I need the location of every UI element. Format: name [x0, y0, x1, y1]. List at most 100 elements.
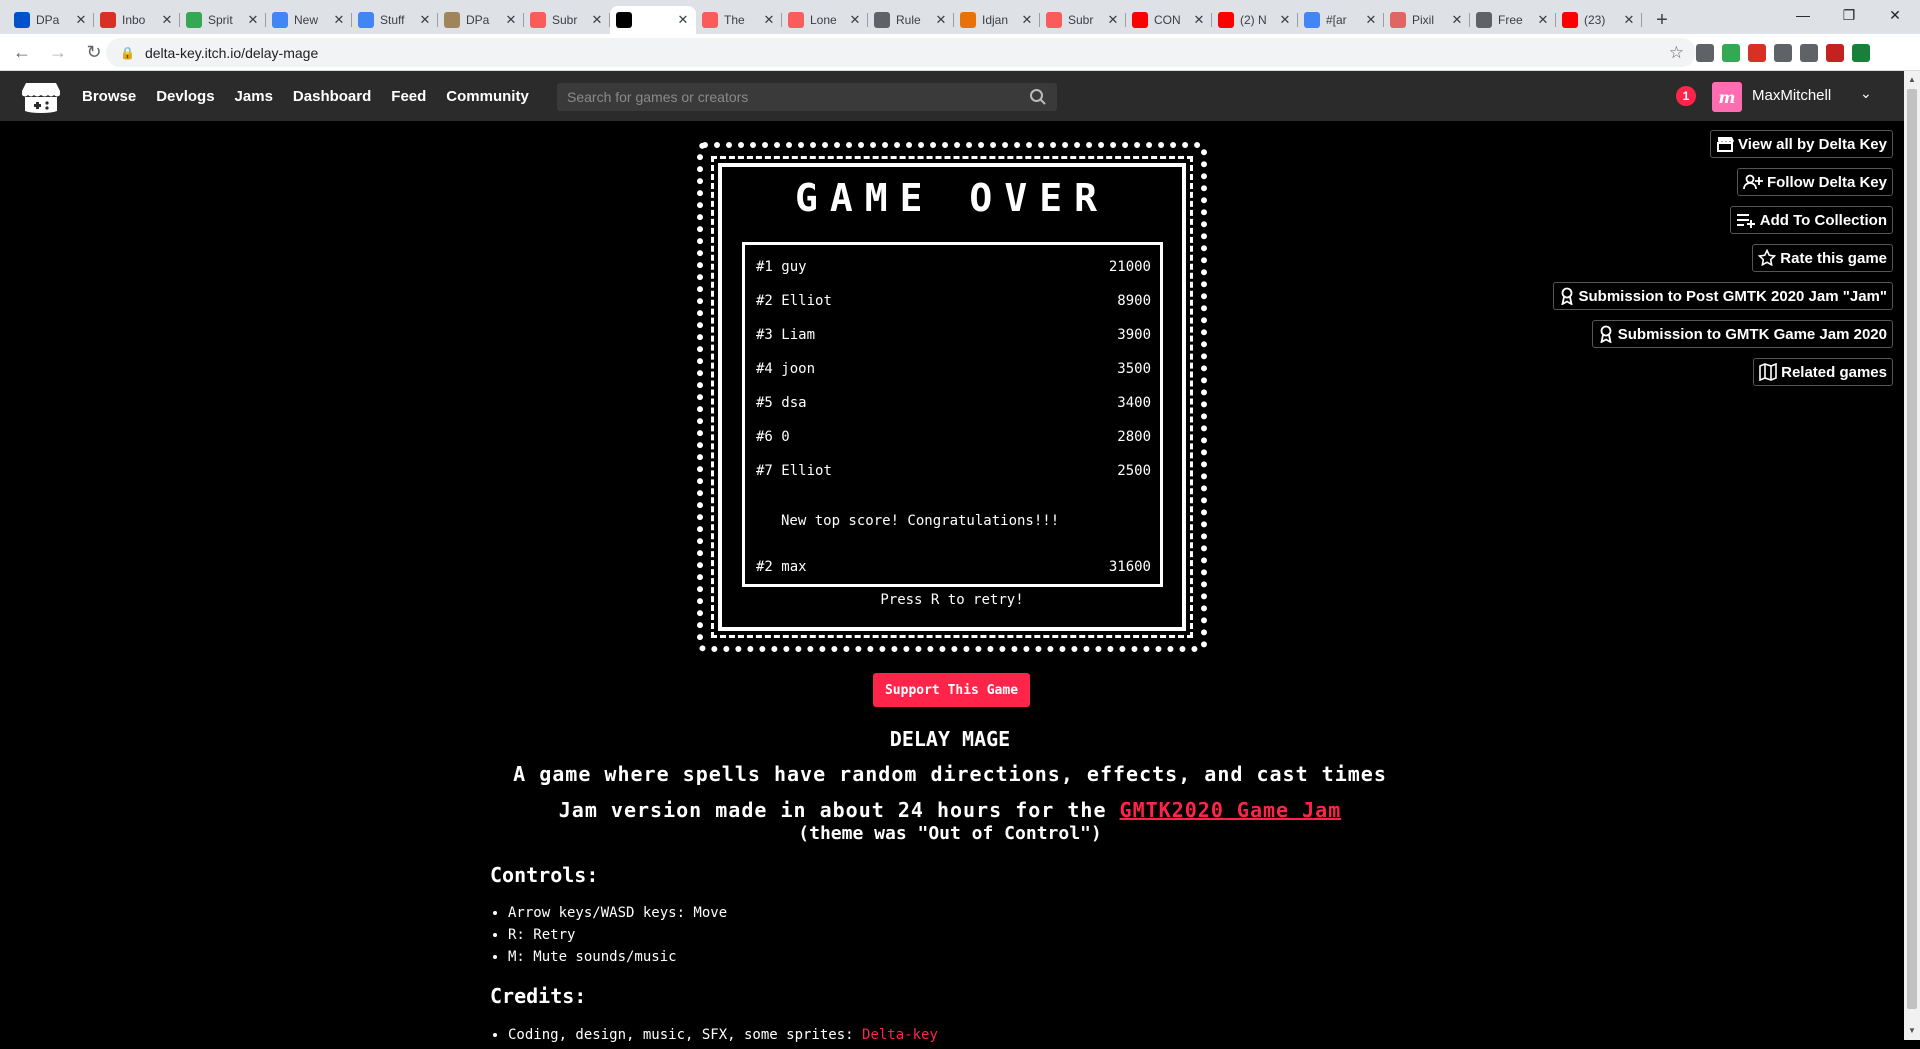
tab-favicon-icon [444, 12, 460, 28]
browser-tab[interactable]: Idjan ✕ [954, 6, 1040, 34]
tab-close-icon[interactable]: ✕ [676, 12, 690, 28]
scroll-up-arrow[interactable]: ▲ [1908, 75, 1916, 84]
avatar[interactable]: m [1712, 82, 1742, 112]
nav-link-community[interactable]: Community [446, 88, 529, 105]
maximize-button[interactable]: ❐ [1826, 0, 1872, 30]
action-button-2[interactable]: Add To Collection [1729, 206, 1893, 234]
notification-badge[interactable]: 1 [1676, 86, 1696, 106]
back-button[interactable]: ← [8, 38, 36, 66]
browser-toolbar: ← → ↻ 🔒 delta-key.itch.io/delay-mage ☆ [0, 34, 1920, 71]
scroll-thumb[interactable] [1907, 89, 1917, 1009]
scroll-down-arrow[interactable]: ▼ [1908, 1026, 1916, 1035]
nav-link-browse[interactable]: Browse [82, 88, 136, 105]
tab-favicon-icon [1562, 12, 1578, 28]
browser-tab[interactable]: (23) ✕ [1556, 6, 1642, 34]
nav-link-feed[interactable]: Feed [391, 88, 426, 105]
chevron-down-icon[interactable]: ⌄ [1860, 85, 1872, 102]
browser-tab[interactable]: Subr ✕ [524, 6, 610, 34]
search-box[interactable] [557, 83, 1057, 111]
scrollbar[interactable]: ▲ ▼ [1904, 71, 1920, 1040]
extension-icon[interactable] [1800, 44, 1818, 62]
tab-close-icon[interactable]: ✕ [1020, 12, 1034, 28]
tab-close-icon[interactable]: ✕ [504, 12, 518, 28]
tab-favicon-icon [788, 12, 804, 28]
tab-close-icon[interactable]: ✕ [332, 12, 346, 28]
browser-tab[interactable]: Rule ✕ [868, 6, 954, 34]
browser-tab[interactable]: CON ✕ [1126, 6, 1212, 34]
nav-link-dashboard[interactable]: Dashboard [293, 88, 371, 105]
tab-title: #[ar [1326, 13, 1347, 27]
retry-hint: Press R to retry! [880, 592, 1024, 608]
search-icon[interactable] [1029, 88, 1047, 106]
controls-heading: Controls: [490, 863, 599, 887]
browser-tab[interactable]: Stuff ✕ [352, 6, 438, 34]
browser-tab[interactable]: ✕ [610, 6, 696, 34]
extension-icon[interactable] [1722, 44, 1740, 62]
tab-close-icon[interactable]: ✕ [1622, 12, 1636, 28]
minimize-button[interactable]: — [1780, 0, 1826, 30]
browser-tab[interactable]: DPa ✕ [438, 6, 524, 34]
score-name: dsa [781, 395, 807, 411]
tab-close-icon[interactable]: ✕ [246, 12, 260, 28]
tab-close-icon[interactable]: ✕ [1106, 12, 1120, 28]
action-button-1[interactable]: Follow Delta Key [1736, 168, 1893, 196]
tab-close-icon[interactable]: ✕ [418, 12, 432, 28]
map-icon [1759, 363, 1781, 381]
add-collection-icon [1736, 212, 1760, 228]
tab-close-icon[interactable]: ✕ [1192, 12, 1206, 28]
extension-icon[interactable] [1696, 44, 1714, 62]
browser-tab[interactable]: Sprit ✕ [180, 6, 266, 34]
tab-title: DPa [36, 13, 60, 27]
extension-icon[interactable] [1774, 44, 1792, 62]
browser-tab[interactable]: Pixil ✕ [1384, 6, 1470, 34]
tab-close-icon[interactable]: ✕ [1278, 12, 1292, 28]
tab-close-icon[interactable]: ✕ [934, 12, 948, 28]
action-button-6[interactable]: Related games [1753, 358, 1893, 386]
jam-link[interactable]: GMTK2020 Game Jam [1120, 798, 1342, 822]
award-icon [1598, 325, 1618, 343]
extension-icon[interactable] [1852, 44, 1870, 62]
browser-tab-strip: DPa ✕ Inbo ✕ Sprit ✕ New ✕ Stuff ✕ DPa ✕ Subr ✕ ✕ The ✕ L… [0, 0, 1920, 34]
reload-button[interactable]: ↻ [80, 38, 108, 66]
tab-close-icon[interactable]: ✕ [160, 12, 174, 28]
tab-close-icon[interactable]: ✕ [848, 12, 862, 28]
tab-close-icon[interactable]: ✕ [762, 12, 776, 28]
nav-link-devlogs[interactable]: Devlogs [156, 88, 214, 105]
action-button-5[interactable]: Submission to GMTK Game Jam 2020 [1591, 320, 1893, 348]
bookmark-star-icon[interactable]: ☆ [1669, 43, 1684, 63]
close-window-button[interactable]: ✕ [1872, 0, 1918, 30]
browser-tab[interactable]: The ✕ [696, 6, 782, 34]
game-canvas[interactable]: GAME OVER New top score! Congratulations… [697, 142, 1207, 652]
new-tab-button[interactable]: + [1648, 6, 1676, 34]
score-name: Liam [781, 327, 816, 343]
browser-tab[interactable]: Subr ✕ [1040, 6, 1126, 34]
browser-tab[interactable]: (2) N ✕ [1212, 6, 1298, 34]
extension-icon[interactable] [1826, 44, 1844, 62]
search-input[interactable] [567, 89, 1017, 105]
itch-logo-icon[interactable] [22, 81, 60, 113]
tab-close-icon[interactable]: ✕ [1450, 12, 1464, 28]
tab-close-icon[interactable]: ✕ [590, 12, 604, 28]
browser-tab[interactable]: DPa ✕ [8, 6, 94, 34]
browser-tab[interactable]: Lone ✕ [782, 6, 868, 34]
browser-tab[interactable]: Free ✕ [1470, 6, 1556, 34]
credit-link[interactable]: Delta-key [862, 1027, 938, 1043]
score-name: Elliot [781, 293, 832, 309]
browser-tab[interactable]: New ✕ [266, 6, 352, 34]
forward-button[interactable]: → [44, 38, 72, 66]
support-button[interactable]: Support This Game [873, 673, 1030, 707]
browser-tab[interactable]: Inbo ✕ [94, 6, 180, 34]
tab-close-icon[interactable]: ✕ [1364, 12, 1378, 28]
action-button-3[interactable]: Rate this game [1752, 244, 1893, 272]
action-button-4[interactable]: Submission to Post GMTK 2020 Jam "Jam" [1552, 282, 1893, 310]
game-over-title: GAME OVER [795, 176, 1109, 220]
address-bar[interactable]: 🔒 delta-key.itch.io/delay-mage ☆ [106, 38, 1696, 67]
browser-tab[interactable]: #[ar ✕ [1298, 6, 1384, 34]
username[interactable]: MaxMitchell [1752, 87, 1831, 104]
control-item: M: Mute sounds/music [508, 949, 727, 971]
action-button-0[interactable]: View all by Delta Key [1710, 130, 1893, 158]
tab-close-icon[interactable]: ✕ [1536, 12, 1550, 28]
extension-icon[interactable] [1748, 44, 1766, 62]
nav-link-jams[interactable]: Jams [235, 88, 273, 105]
tab-close-icon[interactable]: ✕ [74, 12, 88, 28]
